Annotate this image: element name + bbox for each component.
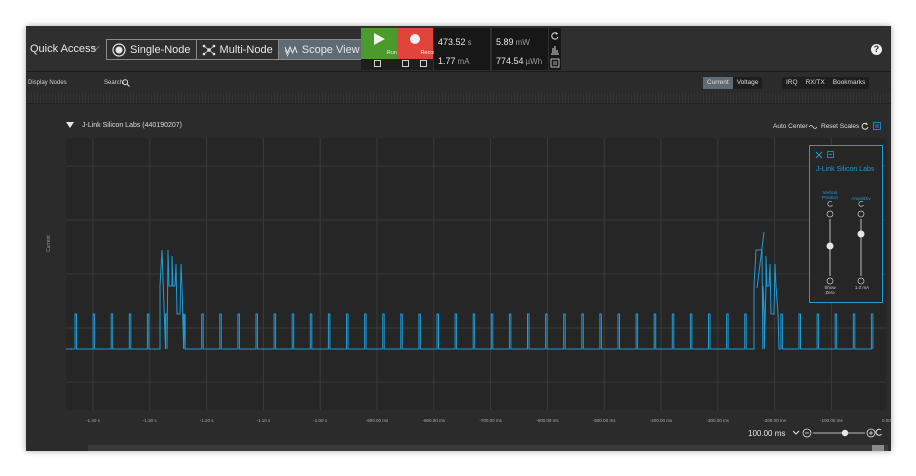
x-tick-label: -1.20 s bbox=[199, 418, 214, 423]
recording-button[interactable]: Recording bbox=[397, 28, 446, 59]
horizontal-scrollbar[interactable] bbox=[88, 445, 888, 451]
x-tick-label: -800.00 ms bbox=[422, 418, 446, 423]
energy-reading: 774.54 µWh bbox=[496, 56, 543, 66]
vertical-position-thumb[interactable] bbox=[826, 242, 834, 250]
x-tick-label: -400.00 ms bbox=[649, 418, 673, 423]
play-icon bbox=[374, 33, 385, 45]
auto-center-label[interactable]: Auto Center bbox=[773, 123, 808, 130]
help-icon[interactable]: ? bbox=[871, 44, 882, 55]
single-node-button[interactable]: Single-Node bbox=[107, 40, 197, 59]
multi-node-icon bbox=[202, 44, 215, 55]
top-toolbar: Quick Access ⌵ Single-Node Multi-Node Sc… bbox=[26, 26, 891, 72]
edit-icon-2[interactable] bbox=[402, 60, 409, 67]
reset-zoom-icon[interactable] bbox=[875, 428, 882, 436]
panel-toggle-icon[interactable] bbox=[873, 122, 881, 130]
running-button[interactable]: Running bbox=[361, 28, 407, 59]
side-icons bbox=[549, 28, 561, 70]
signal-tabs: Current Voltage bbox=[703, 77, 763, 89]
time-current-panel: 473.52 s 1.77 mA bbox=[434, 28, 490, 70]
collapse-icon[interactable] bbox=[66, 122, 74, 128]
zoom-thumb[interactable] bbox=[841, 429, 849, 437]
trace-spike bbox=[756, 231, 765, 289]
x-tick-label: -700.00 ms bbox=[479, 418, 502, 423]
power-reading: 5.89 mW bbox=[496, 37, 530, 47]
multi-node-label: Multi-Node bbox=[219, 43, 273, 56]
multi-node-button[interactable]: Multi-Node bbox=[197, 40, 279, 59]
node-title: J-Link Silicon Labs (440190207) bbox=[82, 122, 183, 129]
y-axis-label: Current bbox=[46, 235, 52, 252]
amps-div-minus-icon[interactable] bbox=[857, 277, 865, 285]
display-bar: Display Nodes Search Current Voltage IRQ… bbox=[26, 73, 891, 93]
amps-div-reset-icon[interactable] bbox=[858, 201, 864, 207]
search-label[interactable]: Search bbox=[104, 80, 123, 86]
vertical-position-minus-icon[interactable] bbox=[826, 277, 834, 285]
chart-icon[interactable] bbox=[550, 45, 560, 55]
zoom-controls bbox=[793, 428, 882, 438]
x-tick-label: -500.00 ms bbox=[592, 418, 616, 423]
node-header: J-Link Silicon Labs (440190207) Auto Cen… bbox=[26, 116, 891, 138]
scope-view-label: Scope View bbox=[301, 43, 360, 56]
tab-current[interactable]: Current bbox=[703, 77, 733, 89]
tab-bookmarks[interactable]: Bookmarks bbox=[829, 77, 870, 89]
elapsed-time: 473.52 s bbox=[438, 37, 472, 47]
amps-value-label: 1.0 mA bbox=[854, 285, 870, 290]
record-icon bbox=[410, 34, 420, 44]
amps-div-plus-icon[interactable] bbox=[857, 210, 865, 218]
show-zero-label[interactable]: Show Zero bbox=[820, 285, 840, 295]
reset-scales-label[interactable]: Reset Scales bbox=[821, 123, 859, 130]
chevron-down-icon[interactable]: ⌵ bbox=[92, 42, 100, 53]
scope-view-button[interactable]: Scope View bbox=[278, 40, 365, 59]
reset-icon[interactable] bbox=[550, 31, 560, 41]
scope-plot[interactable] bbox=[66, 138, 886, 410]
wave-icon[interactable] bbox=[809, 124, 817, 130]
x-tick-label: -1.40 s bbox=[86, 418, 100, 423]
view-switcher: Single-Node Multi-Node Scope View bbox=[106, 39, 366, 60]
vertical-position-plus-icon[interactable] bbox=[826, 210, 834, 218]
x-tick-label: 0.00 s bbox=[882, 418, 891, 423]
x-tick-label: -1.00 s bbox=[313, 418, 328, 423]
quick-access-label[interactable]: Quick Access bbox=[30, 43, 96, 55]
tab-voltage[interactable]: Voltage bbox=[733, 77, 763, 89]
vertical-position-reset-icon[interactable] bbox=[827, 201, 833, 207]
power-energy-panel: 5.89 mW 774.54 µWh bbox=[492, 28, 548, 70]
event-tabs: IRQ RX/TX Bookmarks bbox=[782, 77, 870, 89]
x-tick-label: -100.00 ms bbox=[820, 418, 843, 423]
edit-icon[interactable] bbox=[374, 60, 381, 67]
amps-div-thumb[interactable] bbox=[857, 230, 865, 238]
list-icon[interactable] bbox=[550, 58, 560, 68]
x-tick-label: -1.30 s bbox=[142, 418, 157, 423]
expand-icon[interactable] bbox=[420, 60, 427, 67]
scrollbar-thumb[interactable] bbox=[872, 445, 884, 451]
chevron-down-icon[interactable] bbox=[793, 430, 800, 435]
scale-sliders bbox=[826, 201, 865, 285]
display-nodes-label[interactable]: Display Nodes bbox=[28, 80, 67, 86]
tab-irq[interactable]: IRQ bbox=[782, 77, 802, 89]
time-axis: -1.40 s -1.30 s -1.20 s -1.10 s -1.00 s -900.… bbox=[26, 410, 891, 451]
search-icon[interactable] bbox=[122, 79, 130, 87]
tab-rxtx[interactable]: RX/TX bbox=[802, 77, 829, 89]
x-tick-label: -600.00 ms bbox=[536, 418, 559, 423]
current-reading: 1.77 mA bbox=[438, 56, 470, 66]
timeline-strip bbox=[26, 93, 891, 104]
zoom-level[interactable]: 100.00 ms bbox=[748, 429, 785, 438]
x-tick-label: -200.00 ms bbox=[763, 418, 786, 423]
single-node-icon bbox=[112, 42, 126, 57]
scope-svg bbox=[66, 138, 886, 410]
x-tick-label: -900.00 ms bbox=[365, 418, 389, 423]
refresh-icon[interactable] bbox=[861, 122, 869, 130]
node-scale-panel: J-Link Silicon Labs Vertical Position Am… bbox=[809, 145, 883, 303]
single-node-label: Single-Node bbox=[130, 43, 191, 56]
scope-window: Quick Access ⌵ Single-Node Multi-Node Sc… bbox=[26, 26, 891, 451]
current-trace bbox=[66, 249, 874, 350]
scope-wave-icon bbox=[284, 45, 298, 57]
x-tick-label: -1.10 s bbox=[256, 418, 271, 423]
x-tick-label: -300.00 ms bbox=[706, 418, 730, 423]
